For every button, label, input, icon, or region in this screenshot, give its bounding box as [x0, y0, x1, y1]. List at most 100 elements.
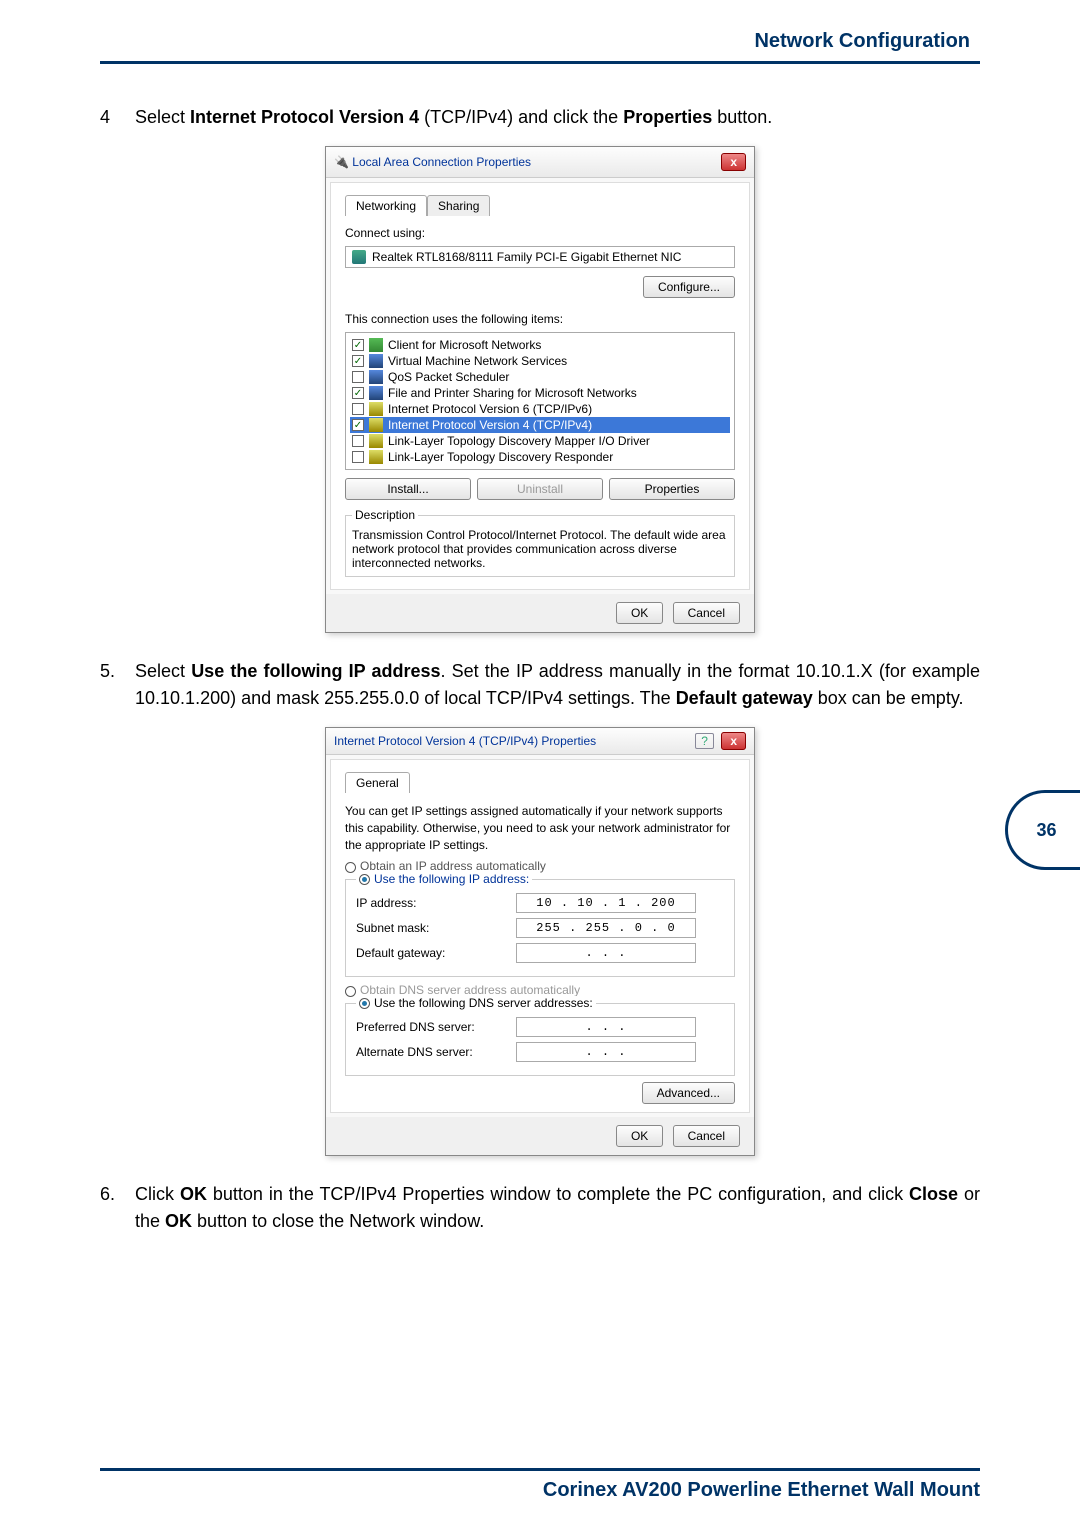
connect-using-label: Connect using: — [345, 226, 735, 240]
checkbox[interactable]: ✓ — [352, 419, 364, 431]
ok-button[interactable]: OK — [616, 1125, 663, 1147]
step-6: 6. Click OK button in the TCP/IPv4 Prope… — [100, 1181, 980, 1235]
item-label: Internet Protocol Version 4 (TCP/IPv4) — [388, 418, 592, 432]
items-list[interactable]: ✓ Client for Microsoft Networks ✓ Virtual M… — [345, 332, 735, 470]
step-number: 4 — [100, 104, 130, 131]
item-label: Virtual Machine Network Services — [388, 354, 567, 368]
nic-icon — [352, 250, 366, 264]
item-icon — [369, 370, 383, 384]
text: Select — [135, 107, 190, 127]
cancel-button[interactable]: Cancel — [673, 1125, 740, 1147]
item-label: Client for Microsoft Networks — [388, 338, 541, 352]
close-button[interactable]: x — [721, 732, 746, 750]
list-item[interactable]: ✓ Virtual Machine Network Services — [350, 353, 730, 369]
item-icon — [369, 402, 383, 416]
default-gateway-label: Default gateway: — [356, 946, 516, 960]
list-item[interactable]: ✓ Internet Protocol Version 4 (TCP/IPv4) — [350, 417, 730, 433]
item-icon — [369, 418, 383, 432]
text: button in the TCP/IPv4 Properties window… — [207, 1184, 909, 1204]
text-bold: Default gateway — [676, 688, 813, 708]
ip-address-label: IP address: — [356, 896, 516, 910]
tab-sharing[interactable]: Sharing — [427, 195, 490, 216]
default-gateway-input[interactable]: . . . — [516, 943, 696, 963]
ip-address-input[interactable]: 10 . 10 . 1 . 200 — [516, 893, 696, 913]
item-label: Link-Layer Topology Discovery Mapper I/O… — [388, 434, 650, 448]
text: Select — [135, 661, 191, 681]
item-icon — [369, 434, 383, 448]
item-label: QoS Packet Scheduler — [388, 370, 509, 384]
uninstall-button[interactable]: Uninstall — [477, 478, 603, 500]
subnet-mask-input[interactable]: 255 . 255 . 0 . 0 — [516, 918, 696, 938]
step-number: 6. — [100, 1181, 130, 1208]
step-4: 4 Select Internet Protocol Version 4 (TC… — [100, 104, 980, 131]
alternate-dns-label: Alternate DNS server: — [356, 1045, 516, 1059]
checkbox[interactable]: ✓ — [352, 339, 364, 351]
checkbox[interactable] — [352, 435, 364, 447]
dialog-titlebar: 🔌 Local Area Connection Properties x — [326, 147, 754, 178]
page-footer: Corinex AV200 Powerline Ethernet Wall Mo… — [100, 1468, 980, 1502]
item-icon — [369, 386, 383, 400]
dialog-title-text: Internet Protocol Version 4 (TCP/IPv4) P… — [334, 734, 596, 748]
adapter-field[interactable]: Realtek RTL8168/8111 Family PCI-E Gigabi… — [345, 246, 735, 268]
text: button. — [712, 107, 772, 127]
text: (TCP/IPv4) and click the — [419, 107, 623, 127]
checkbox[interactable] — [352, 371, 364, 383]
items-label: This connection uses the following items… — [345, 312, 735, 326]
intro-text: You can get IP settings assigned automat… — [345, 803, 735, 853]
advanced-button[interactable]: Advanced... — [642, 1082, 735, 1104]
ipv4-properties-dialog: Internet Protocol Version 4 (TCP/IPv4) P… — [325, 727, 755, 1156]
list-item[interactable]: ✓ File and Printer Sharing for Microsoft … — [350, 385, 730, 401]
dialog-title-text: 🔌 Local Area Connection Properties — [334, 155, 531, 169]
radio-use-following-dns[interactable]: Use the following DNS server addresses: — [356, 996, 596, 1010]
preferred-dns-label: Preferred DNS server: — [356, 1020, 516, 1034]
checkbox[interactable]: ✓ — [352, 387, 364, 399]
list-item[interactable]: QoS Packet Scheduler — [350, 369, 730, 385]
text-bold: Use the following IP address — [191, 661, 440, 681]
dialog-titlebar: Internet Protocol Version 4 (TCP/IPv4) P… — [326, 728, 754, 755]
description-fieldset: Description Transmission Control Protoco… — [345, 508, 735, 577]
tab-networking[interactable]: Networking — [345, 195, 427, 216]
text-bold: OK — [180, 1184, 207, 1204]
checkbox[interactable] — [352, 403, 364, 415]
item-label: File and Printer Sharing for Microsoft N… — [388, 386, 637, 400]
page-header: Network Configuration — [100, 30, 980, 64]
item-label: Internet Protocol Version 6 (TCP/IPv6) — [388, 402, 592, 416]
text-bold: Internet Protocol Version 4 — [190, 107, 419, 127]
preferred-dns-input[interactable]: . . . — [516, 1017, 696, 1037]
alternate-dns-input[interactable]: . . . — [516, 1042, 696, 1062]
text-bold: OK — [165, 1211, 192, 1231]
properties-button[interactable]: Properties — [609, 478, 735, 500]
tab-general[interactable]: General — [345, 772, 410, 793]
text-bold: Properties — [623, 107, 712, 127]
install-button[interactable]: Install... — [345, 478, 471, 500]
cancel-button[interactable]: Cancel — [673, 602, 740, 624]
tabs: Networking Sharing — [345, 195, 735, 216]
item-label: Link-Layer Topology Discovery Responder — [388, 450, 613, 464]
connection-properties-dialog: 🔌 Local Area Connection Properties x Net… — [325, 146, 755, 633]
step-number: 5. — [100, 658, 130, 685]
list-item[interactable]: Link-Layer Topology Discovery Mapper I/O… — [350, 433, 730, 449]
help-button[interactable]: ? — [695, 733, 714, 749]
radio-obtain-dns-auto: Obtain DNS server address automatically — [345, 983, 735, 997]
list-item[interactable]: ✓ Client for Microsoft Networks — [350, 337, 730, 353]
close-button[interactable]: x — [721, 153, 746, 171]
configure-button[interactable]: Configure... — [643, 276, 735, 298]
list-item[interactable]: Internet Protocol Version 6 (TCP/IPv6) — [350, 401, 730, 417]
checkbox[interactable] — [352, 451, 364, 463]
page-number-badge: 36 — [1005, 790, 1080, 870]
description-legend: Description — [352, 508, 418, 522]
text-bold: Close — [909, 1184, 958, 1204]
subnet-mask-label: Subnet mask: — [356, 921, 516, 935]
item-icon — [369, 450, 383, 464]
item-icon — [369, 354, 383, 368]
checkbox[interactable]: ✓ — [352, 355, 364, 367]
description-text: Transmission Control Protocol/Internet P… — [352, 528, 728, 570]
list-item[interactable]: Link-Layer Topology Discovery Responder — [350, 449, 730, 465]
text: box can be empty. — [813, 688, 964, 708]
text: Click — [135, 1184, 180, 1204]
ok-button[interactable]: OK — [616, 602, 663, 624]
text: button to close the Network window. — [192, 1211, 484, 1231]
radio-use-following-ip[interactable]: Use the following IP address: — [356, 872, 532, 886]
step-5: 5. Select Use the following IP address. … — [100, 658, 980, 712]
radio-obtain-ip-auto[interactable]: Obtain an IP address automatically — [345, 859, 735, 873]
